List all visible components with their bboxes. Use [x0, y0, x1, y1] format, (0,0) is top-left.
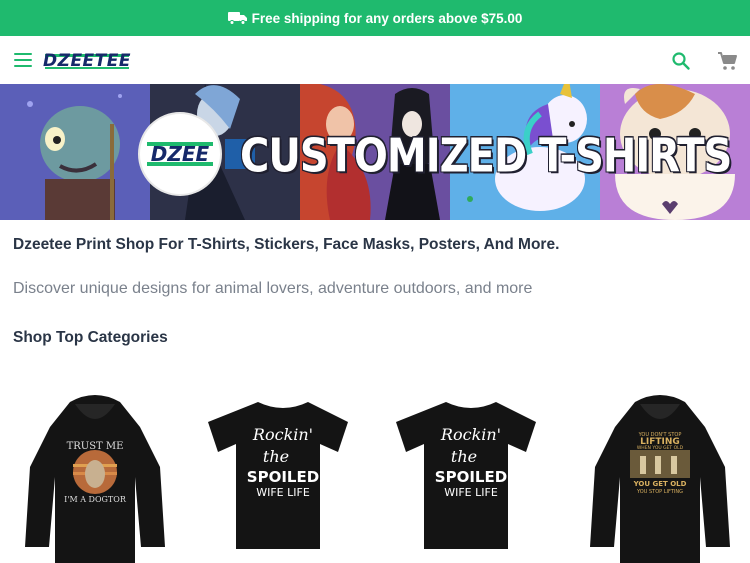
- promo-text: Free shipping for any orders above $75.0…: [251, 10, 523, 26]
- product-2-line-1: Rockin': [252, 425, 313, 444]
- tshirt-image: Rockin' the SPOILED WIFE LIFE: [208, 402, 348, 549]
- product-card-1[interactable]: TRUST ME I'M A DOGTOR: [20, 392, 170, 563]
- product-card-3[interactable]: Rockin' the SPOILED WIFE LIFE: [396, 392, 546, 563]
- product-4-line-3: WHEN YOU GET OLD: [637, 445, 684, 451]
- menu-icon[interactable]: [14, 53, 32, 67]
- section-title: Shop Top Categories: [13, 329, 168, 346]
- product-3-line-4: WIFE LIFE: [444, 486, 498, 499]
- search-icon[interactable]: [671, 51, 691, 71]
- banner-title: CUSTOMIZED T-SHIRTS: [240, 130, 732, 183]
- product-3-line-1: Rockin': [440, 425, 501, 444]
- product-card-4[interactable]: YOU DON'T STOP LIFTING WHEN YOU GET OLD …: [585, 392, 735, 563]
- product-2-line-3: SPOILED: [247, 468, 319, 486]
- page-subline: Discover unique designs for animal lover…: [13, 280, 533, 297]
- product-2-line-4: WIFE LIFE: [256, 486, 310, 499]
- product-3-line-3: SPOILED: [435, 468, 507, 486]
- product-3-line-2: the: [451, 447, 477, 466]
- product-2-line-2: the: [263, 447, 289, 466]
- banner-logo-text: DZEE: [150, 142, 210, 166]
- product-4-line-4: YOU GET OLD: [633, 480, 687, 488]
- banner-logo: DZEE: [138, 112, 222, 196]
- site-logo[interactable]: DZEETEE: [43, 50, 131, 72]
- hoodie-image: TRUST ME I'M A DOGTOR: [25, 395, 165, 563]
- cart-icon[interactable]: [716, 50, 738, 72]
- promo-bar: Free shipping for any orders above $75.0…: [0, 0, 750, 36]
- tshirt-image: Rockin' the SPOILED WIFE LIFE: [396, 402, 536, 549]
- product-card-2[interactable]: Rockin' the SPOILED WIFE LIFE: [208, 392, 358, 563]
- page-headline: Dzeetee Print Shop For T-Shirts, Sticker…: [13, 236, 560, 253]
- hoodie-image: YOU DON'T STOP LIFTING WHEN YOU GET OLD …: [590, 395, 730, 563]
- product-1-line-2: I'M A DOGTOR: [64, 495, 127, 504]
- product-1-line-1: TRUST ME: [67, 441, 124, 452]
- product-4-line-5: YOU STOP LIFTING: [636, 489, 683, 495]
- logo-text: DZEETEE: [43, 51, 131, 71]
- site-header: DZEETEE: [0, 36, 750, 84]
- truck-icon: [227, 11, 248, 25]
